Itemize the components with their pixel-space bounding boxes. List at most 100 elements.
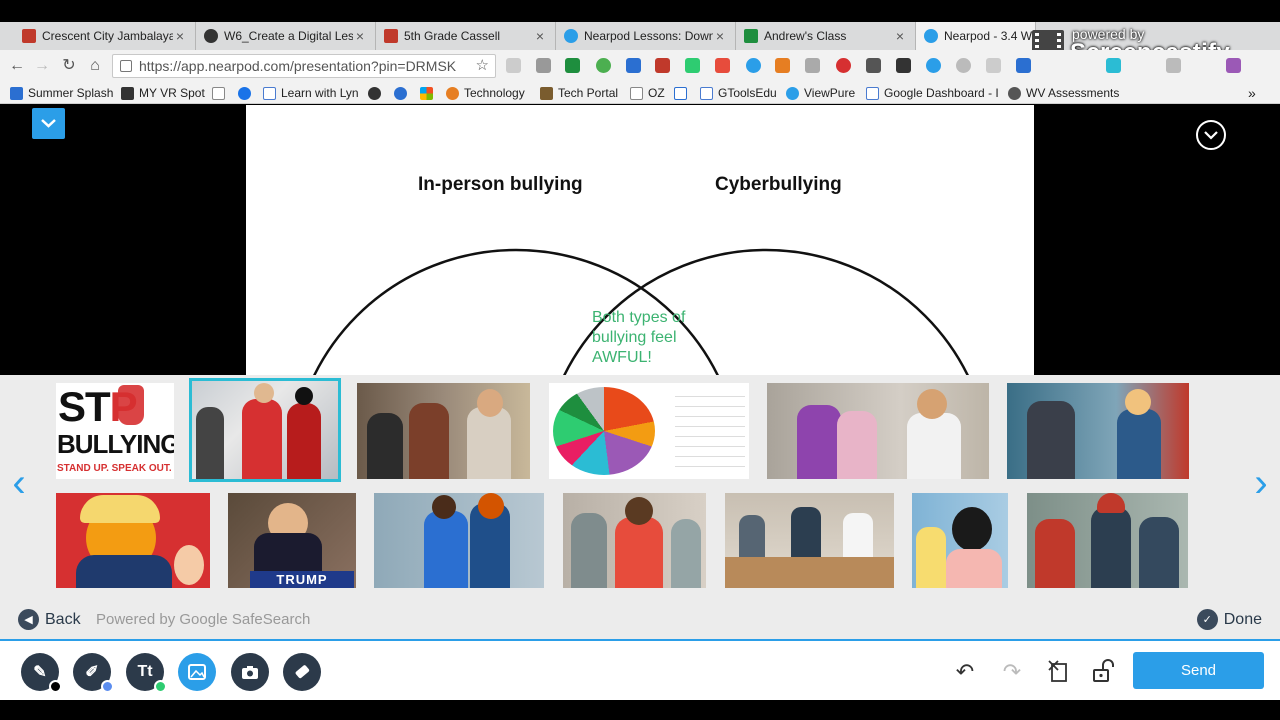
next-page-arrow-icon[interactable]: › xyxy=(1247,463,1275,503)
venn-right-title: Cyberbullying xyxy=(715,174,842,195)
bookmark-edge[interactable] xyxy=(238,85,256,101)
close-icon[interactable]: × xyxy=(173,28,187,44)
stand-up-text: STAND UP. SPEAK OUT. xyxy=(57,463,172,474)
extension-icon[interactable] xyxy=(506,58,521,73)
tab-nearpod-active[interactable]: Nearpod - 3.4 W xyxy=(916,22,1036,50)
forward-arrow-icon[interactable]: → xyxy=(32,56,52,76)
bookmark-learn-with-lyn[interactable]: Learn with Lyn xyxy=(263,85,359,101)
image-result-hallway-bullying[interactable] xyxy=(189,378,341,482)
back-arrow-icon[interactable]: ← xyxy=(7,56,27,76)
tab-w6-create[interactable]: W6_Create a Digital Lesson × xyxy=(196,22,376,50)
bookmark-icon xyxy=(866,86,879,100)
image-tool[interactable] xyxy=(178,653,216,691)
extension-icon[interactable] xyxy=(565,58,580,73)
extension-icon[interactable] xyxy=(805,58,820,73)
bookmark-google-dashboard[interactable]: Google Dashboard - I xyxy=(866,85,999,101)
bookmarks-overflow-icon[interactable]: » xyxy=(1248,85,1256,101)
bookmark-s[interactable] xyxy=(368,85,386,101)
address-bar[interactable]: https://app.nearpod.com/presentation?pin… xyxy=(112,54,496,78)
bookmark-wv-assessments[interactable]: WV Assessments xyxy=(1008,85,1119,101)
extension-icon[interactable] xyxy=(986,58,1001,73)
bookmark-tech-portal[interactable]: Tech Portal xyxy=(540,85,618,101)
pencil-tool[interactable]: ✎ xyxy=(21,653,62,693)
bookmark-my-vr-spot[interactable]: MY VR Spot xyxy=(121,85,205,101)
slide-canvas: In-person bullying Cyberbullying Both ty… xyxy=(246,105,1034,375)
bookmark-icon xyxy=(368,86,381,100)
extension-icon[interactable] xyxy=(896,58,911,73)
extension-icon[interactable] xyxy=(836,58,851,73)
image-result-stop-bullying[interactable]: STP BULLYING STAND UP. SPEAK OUT. xyxy=(56,383,174,479)
close-icon[interactable]: × xyxy=(353,28,367,44)
extension-icon[interactable] xyxy=(626,58,641,73)
image-result-classroom[interactable] xyxy=(725,493,894,588)
image-result-girl-phone[interactable] xyxy=(563,493,706,588)
extension-icon[interactable] xyxy=(775,58,790,73)
prev-page-arrow-icon[interactable]: ‹ xyxy=(5,463,33,503)
browser-toolbar: ← → ↻ ⌂ https://app.nearpod.com/presenta… xyxy=(0,50,1280,82)
tab-nearpod-lessons[interactable]: Nearpod Lessons: Download × xyxy=(556,22,736,50)
extension-icon[interactable] xyxy=(866,58,881,73)
tab-label: Nearpod Lessons: Download xyxy=(584,29,713,43)
page-info-icon[interactable] xyxy=(120,60,132,72)
image-result-trump-rally[interactable]: TRUMP xyxy=(228,493,356,588)
image-result-girls-looking[interactable] xyxy=(912,493,1008,588)
extension-icon[interactable] xyxy=(926,58,941,73)
extension-icon[interactable] xyxy=(1016,58,1031,73)
done-button[interactable]: ✓ Done xyxy=(1196,609,1262,630)
extension-icon[interactable] xyxy=(1166,58,1181,73)
redo-icon[interactable]: ↷ xyxy=(999,659,1025,685)
extension-icon[interactable] xyxy=(596,58,611,73)
bookmark-microsoft[interactable] xyxy=(420,85,438,101)
camera-tool[interactable] xyxy=(231,653,269,691)
extension-icon[interactable] xyxy=(536,58,551,73)
bookmark-label: WV Assessments xyxy=(1026,86,1120,100)
highlighter-tool[interactable]: ✐ xyxy=(73,653,114,693)
reload-icon[interactable]: ↻ xyxy=(59,56,79,76)
image-result-teens-group[interactable] xyxy=(357,383,530,479)
home-icon[interactable]: ⌂ xyxy=(85,56,105,76)
bookmark-technology[interactable]: Technology xyxy=(446,85,525,101)
extension-icon[interactable] xyxy=(1226,58,1241,73)
image-result-trump-cartoon[interactable] xyxy=(56,493,210,588)
close-icon[interactable]: × xyxy=(533,28,547,44)
tab-andrews-class[interactable]: Andrew's Class × xyxy=(736,22,916,50)
bookmark-viewpure[interactable]: ViewPure xyxy=(786,85,855,101)
eraser-tool[interactable] xyxy=(283,653,321,691)
bookmark-oz[interactable]: OZ xyxy=(630,85,665,101)
extension-icon[interactable] xyxy=(1106,58,1121,73)
image-result-boys-group[interactable] xyxy=(1027,493,1188,588)
image-result-hallway-push[interactable] xyxy=(374,493,544,588)
bookmark-t[interactable] xyxy=(674,85,692,101)
image-result-pie-chart[interactable] xyxy=(549,383,749,479)
extension-icon[interactable] xyxy=(655,58,670,73)
image-result-school-girls[interactable] xyxy=(767,383,989,479)
highlighter-icon: ✐ xyxy=(85,664,99,681)
bookmark-gtoolsedu[interactable]: GToolsEdu xyxy=(700,85,777,101)
image-result-locker-push[interactable] xyxy=(1007,383,1189,479)
collapse-button[interactable] xyxy=(32,108,65,139)
undo-icon[interactable]: ↶ xyxy=(952,659,978,685)
venn-overlap-text[interactable]: Both types of bullying feel AWFUL! xyxy=(592,308,712,368)
back-button[interactable]: ◀ Back xyxy=(18,609,81,630)
close-icon[interactable]: × xyxy=(893,28,907,44)
tab-crescent-city[interactable]: Crescent City Jambalaya × xyxy=(14,22,196,50)
tab-5th-grade[interactable]: 5th Grade Cassell × xyxy=(376,22,556,50)
extension-icon[interactable] xyxy=(715,58,730,73)
clear-icon[interactable] xyxy=(1046,659,1072,685)
send-button[interactable]: Send xyxy=(1133,652,1264,689)
extension-icon[interactable] xyxy=(956,58,971,73)
text-tool[interactable]: Tt xyxy=(126,653,167,693)
bookmark-summer-splash[interactable]: Summer Splash xyxy=(10,85,113,101)
tab-favicon-icon xyxy=(924,29,938,43)
extension-icon[interactable] xyxy=(746,58,761,73)
bookmark-label: Google Dashboard - I xyxy=(884,86,999,100)
lock-icon[interactable] xyxy=(1090,659,1116,685)
close-icon[interactable]: × xyxy=(713,28,727,44)
extension-icon[interactable] xyxy=(685,58,700,73)
bookmark-globe[interactable] xyxy=(394,85,412,101)
expand-button[interactable] xyxy=(1196,120,1226,150)
page-icon xyxy=(630,86,643,100)
done-label: Done xyxy=(1223,610,1262,628)
bookmark-page[interactable] xyxy=(212,85,230,101)
bookmark-star-icon[interactable]: ☆ xyxy=(476,55,489,77)
